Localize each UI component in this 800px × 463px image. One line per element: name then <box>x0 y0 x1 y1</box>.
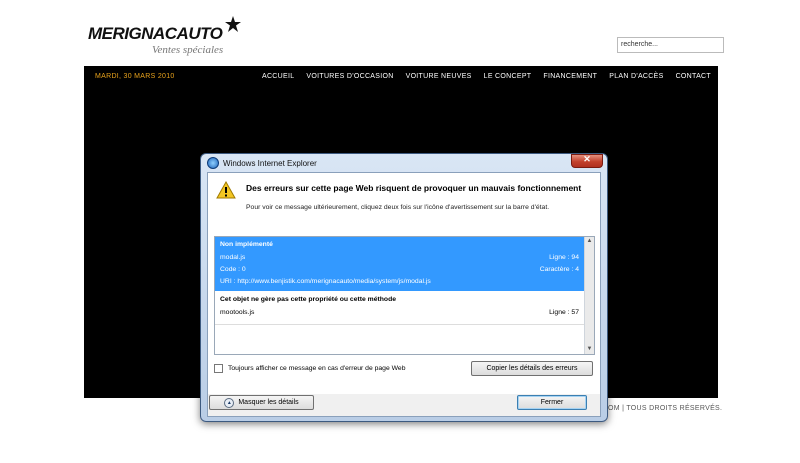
error-line: Ligne : 57 <box>549 309 579 316</box>
error-title: Cet objet ne gère pas cette propriété ou… <box>220 296 397 303</box>
scroll-down-arrow-icon[interactable]: ▼ <box>585 345 594 354</box>
copy-error-details-button[interactable]: Copier les détails des erreurs <box>471 361 593 376</box>
dialog-title: Windows Internet Explorer <box>223 158 317 168</box>
always-show-option: Toujours afficher ce message en cas d'er… <box>214 364 406 373</box>
error-code: Code : 0 <box>220 266 246 273</box>
chevron-up-icon: ▲ <box>224 397 235 408</box>
nav-item-voitures-occasion[interactable]: VOITURES D'OCCASION <box>306 66 393 88</box>
site-logo[interactable]: MERIGNACAUTO Ventes spéciales <box>88 16 248 58</box>
fermer-button[interactable]: Fermer <box>517 395 587 410</box>
error-file: modal.js <box>220 254 246 261</box>
error-item[interactable]: Cet objet ne gère pas cette propriété ou… <box>215 291 584 325</box>
dialog-subtext: Pour voir ce message ultérieurement, cli… <box>246 204 550 211</box>
scroll-up-arrow-icon[interactable]: ▲ <box>585 237 594 246</box>
logo-tagline: Ventes spéciales <box>152 44 224 56</box>
ie-icon <box>207 157 219 169</box>
nav-item-financement[interactable]: FINANCEMENT <box>543 66 597 88</box>
current-date: MARDI, 30 MARS 2010 <box>95 73 175 80</box>
error-item[interactable]: Non implémenté modal.js Ligne : 94 Code … <box>215 237 584 291</box>
hide-details-button[interactable]: ▲ Masquer les détails <box>209 395 314 410</box>
star-icon <box>225 16 241 32</box>
always-show-checkbox[interactable] <box>214 364 223 373</box>
main-navbar: MARDI, 30 MARS 2010 ACCUEIL VOITURES D'O… <box>84 66 718 88</box>
error-file: mootools.js <box>220 309 255 316</box>
nav-item-voiture-neuves[interactable]: VOITURE NEUVES <box>406 66 472 88</box>
nav-menu: ACCUEIL VOITURES D'OCCASION VOITURE NEUV… <box>262 66 711 88</box>
always-show-label[interactable]: Toujours afficher ce message en cas d'er… <box>228 365 406 372</box>
dialog-body: Des erreurs sur cette page Web risquent … <box>207 172 601 396</box>
error-char: Caractère : 4 <box>539 266 579 273</box>
nav-item-accueil[interactable]: ACCUEIL <box>262 66 294 88</box>
search-input[interactable]: recherche... <box>617 37 724 53</box>
nav-item-plan-acces[interactable]: PLAN D'ACCÈS <box>609 66 663 88</box>
close-icon: ✕ <box>583 154 591 164</box>
error-list-scrollbar[interactable]: ▲ ▼ <box>584 237 594 354</box>
warning-icon <box>216 181 236 199</box>
error-list[interactable]: Non implémenté modal.js Ligne : 94 Code … <box>214 236 595 355</box>
footer-copyright: OM | TOUS DROITS RÉSERVÉS. <box>608 405 723 412</box>
hide-details-label: Masquer les détails <box>238 399 299 406</box>
nav-item-contact[interactable]: CONTACT <box>676 66 711 88</box>
dialog-titlebar[interactable]: Windows Internet Explorer <box>207 156 317 170</box>
nav-item-le-concept[interactable]: LE CONCEPT <box>484 66 532 88</box>
error-line: Ligne : 94 <box>549 254 579 261</box>
logo-text: MERIGNACAUTO <box>88 24 223 43</box>
error-title: Non implémenté <box>220 241 273 248</box>
error-uri: URI : http://www.benjistik.com/merignaca… <box>220 278 431 285</box>
error-dialog: Windows Internet Explorer ✕ Des erreurs … <box>200 153 608 422</box>
dialog-heading: Des erreurs sur cette page Web risquent … <box>246 183 582 193</box>
close-button[interactable]: ✕ <box>571 154 603 168</box>
